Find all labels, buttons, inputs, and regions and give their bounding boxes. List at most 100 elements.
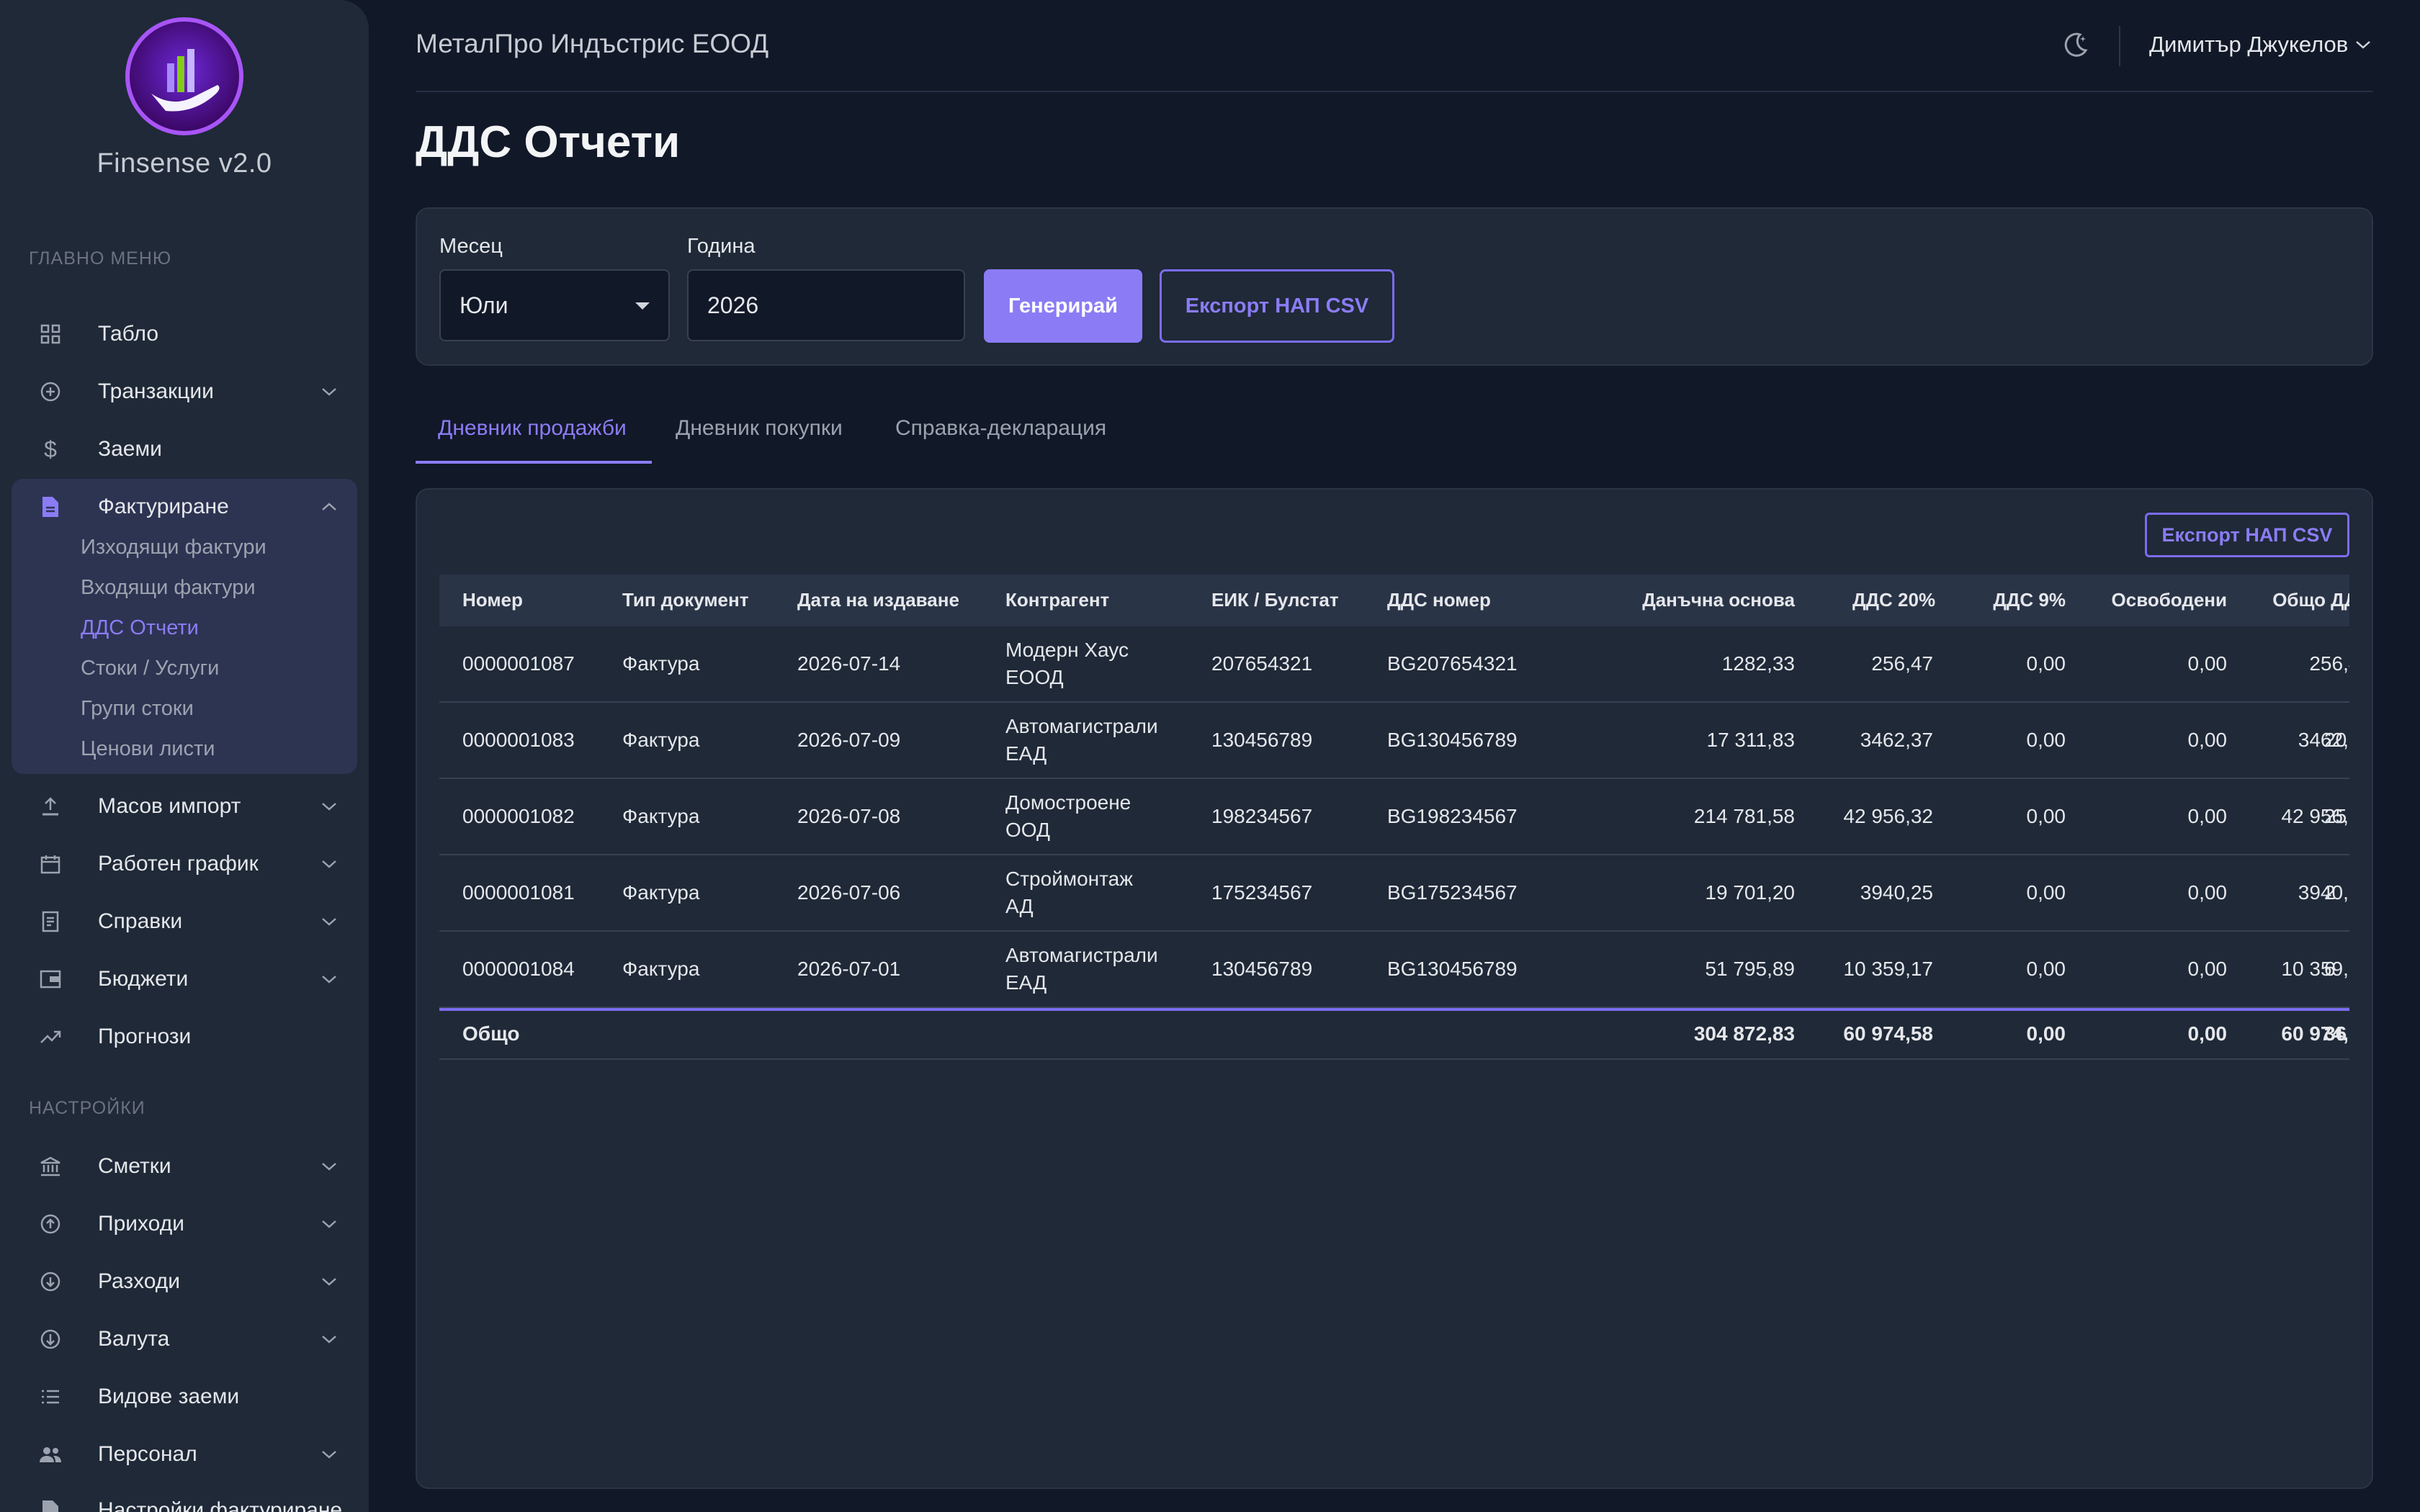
- sidebar-item-budgets[interactable]: Бюджети: [14, 954, 357, 1004]
- table-row[interactable]: 0000001083 Фактура 2026-07-09 Автомагистрал…: [439, 703, 2349, 779]
- cell-eik: 130456789: [1211, 729, 1313, 751]
- sidebar-item-staff[interactable]: Персонал: [14, 1429, 357, 1480]
- user-menu[interactable]: Димитър Джукелов: [2149, 32, 2371, 58]
- counterparty-line: Строймонтаж: [1005, 868, 1133, 890]
- cell-vat-9: 0,00: [2026, 805, 2066, 827]
- sidebar-item-label: Табло: [98, 322, 159, 346]
- sidebar-item-label: Транзакции: [98, 379, 214, 403]
- cell-vat-9: 0,00: [2026, 958, 2066, 980]
- year-input[interactable]: 2026: [687, 269, 965, 341]
- sales-journal-table: Номер Тип документ Дата на издаване Конт…: [439, 575, 2349, 1064]
- table-header: Номер Тип документ Дата на издаване Конт…: [439, 575, 2349, 626]
- cell-number: 0000001082: [462, 805, 575, 827]
- company-name[interactable]: МеталПро Индъстрис ЕООД: [416, 29, 768, 59]
- sidebar-subitem-incoming-invoices[interactable]: Входящи фактури: [81, 576, 256, 600]
- column-header: ДДС 20%: [1852, 589, 1936, 611]
- sidebar-item-label: Настройки фактуриране: [98, 1498, 343, 1512]
- sidebar-subitem-goods-groups[interactable]: Групи стоки: [81, 697, 194, 721]
- header-divider-line: [416, 91, 2373, 92]
- sidebar-item-label: Валута: [98, 1327, 170, 1351]
- table-row[interactable]: 0000001087 Фактура 2026-07-14 Модерн Хаус ЕО…: [439, 626, 2349, 703]
- bank-icon: [36, 1152, 65, 1181]
- cell-issue-date: 2026-07-14: [797, 652, 901, 675]
- sidebar-item-label: Персонал: [98, 1442, 197, 1466]
- chevron-down-icon: [318, 381, 340, 402]
- cell-number: 0000001087: [462, 652, 575, 675]
- cell-eik: 198234567: [1211, 805, 1313, 827]
- sidebar-item-loans[interactable]: $ Заеми: [14, 424, 357, 474]
- table-row[interactable]: 0000001082 Фактура 2026-07-08 Домостроене ОО…: [439, 779, 2349, 855]
- counterparty-line: ЕАД: [1005, 742, 1047, 765]
- sidebar-subitem-vat-reports[interactable]: ДДС Отчети: [81, 616, 199, 640]
- people-icon: [36, 1440, 65, 1469]
- cell-issue-date: 2026-07-06: [797, 881, 901, 904]
- total-vat-20: 60 974,58: [1843, 1022, 1933, 1045]
- cell-vat-number: BG130456789: [1387, 729, 1518, 751]
- dollar-icon: $: [44, 436, 57, 462]
- cell-counterparty: Модерн Хаус ЕООД: [1005, 636, 1129, 691]
- sidebar-item-work-schedule[interactable]: Работен график: [14, 839, 357, 889]
- sidebar-item-accounts[interactable]: Сметки: [14, 1141, 357, 1192]
- table-row[interactable]: 0000001081 Фактура 2026-07-06 Строймонтаж АД…: [439, 855, 2349, 932]
- sidebar-item-currency[interactable]: Валута: [14, 1314, 357, 1364]
- sidebar-subitem-goods-services[interactable]: Стоки / Услуги: [81, 657, 219, 680]
- sidebar-item-label: Сметки: [98, 1154, 171, 1178]
- sidebar-item-transactions[interactable]: Транзакции: [14, 366, 357, 417]
- counterparty-line: ЕООД: [1005, 666, 1064, 688]
- chevron-down-icon: [318, 853, 340, 875]
- totals-label: Общо: [462, 1022, 520, 1045]
- sidebar-item-label: Справки: [98, 909, 183, 933]
- active-tab-indicator: [416, 461, 652, 464]
- chevron-down-icon: [318, 1213, 340, 1235]
- arrow-up-circle-icon: [36, 1210, 65, 1238]
- chevron-down-icon: [318, 1444, 340, 1465]
- currency-icon: [36, 1325, 65, 1354]
- tab-declaration[interactable]: Справка-декларация: [895, 416, 1106, 441]
- sidebar-item-bulk-import[interactable]: Масов импорт: [14, 781, 357, 832]
- total-vat-9: 0,00: [2026, 1022, 2066, 1045]
- cell-counterparty: Домостроене ООД: [1005, 789, 1131, 844]
- year-value: 2026: [707, 292, 759, 318]
- tab-sales-journal[interactable]: Дневник продажби: [438, 416, 627, 441]
- chevron-down-icon: [318, 1328, 340, 1350]
- year-label: Година: [687, 235, 756, 258]
- sidebar-item-dashboard[interactable]: Табло: [14, 309, 357, 359]
- document-icon: [36, 492, 65, 521]
- tab-purchases-journal[interactable]: Дневник покупки: [676, 416, 843, 441]
- sidebar-subitem-price-lists[interactable]: Ценови листи: [81, 737, 215, 761]
- column-header: Номер: [462, 589, 523, 611]
- sidebar-item-label: Приходи: [98, 1212, 184, 1236]
- cell-doc-type: Фактура: [622, 881, 700, 904]
- sidebar-item-forecasts[interactable]: Прогнози: [14, 1012, 357, 1062]
- column-header: Освободени: [2111, 589, 2227, 611]
- column-header: Контрагент: [1005, 589, 1110, 611]
- sidebar-item-invoicing[interactable]: Фактуриране: [14, 482, 357, 532]
- cell-vat-20: 10 359,17: [1843, 958, 1933, 980]
- sidebar-item-loan-types[interactable]: Видове заеми: [14, 1372, 357, 1422]
- sidebar-item-label: Разходи: [98, 1269, 181, 1293]
- sidebar-item-invoicing-settings[interactable]: Настройки фактуриране: [14, 1485, 357, 1512]
- counterparty-line: ООД: [1005, 819, 1050, 841]
- cell-vat-total: 256,47: [2309, 652, 2349, 675]
- brand-block: Finsense v2.0: [0, 17, 369, 179]
- total-overflow-cell: 36: [2324, 1022, 2347, 1045]
- cell-eik: 175234567: [1211, 881, 1313, 904]
- column-header: Данъчна основа: [1642, 589, 1795, 611]
- sidebar-subitem-outgoing-invoices[interactable]: Изходящи фактури: [81, 536, 266, 559]
- generate-button[interactable]: Генерирай: [984, 269, 1142, 343]
- sidebar-item-expenses[interactable]: Разходи: [14, 1256, 357, 1307]
- table-export-nap-csv-button[interactable]: Експорт НАП CSV: [2145, 513, 2349, 557]
- table-row[interactable]: 0000001084 Фактура 2026-07-01 Автомагистрал…: [439, 932, 2349, 1008]
- sidebar-item-reports[interactable]: Справки: [14, 896, 357, 947]
- cell-exempt: 0,00: [2187, 729, 2228, 751]
- cell-issue-date: 2026-07-09: [797, 729, 901, 751]
- moon-icon[interactable]: [2061, 30, 2090, 59]
- month-value: Юли: [460, 292, 508, 318]
- cell-tax-base: 214 781,58: [1693, 805, 1795, 827]
- caret-down-icon: [635, 302, 650, 310]
- export-nap-csv-button[interactable]: Експорт НАП CSV: [1160, 269, 1394, 343]
- cell-overflow: 25: [2324, 805, 2347, 827]
- wallet-icon: [36, 965, 65, 994]
- month-select[interactable]: Юли: [439, 269, 670, 341]
- sidebar-item-income[interactable]: Приходи: [14, 1199, 357, 1249]
